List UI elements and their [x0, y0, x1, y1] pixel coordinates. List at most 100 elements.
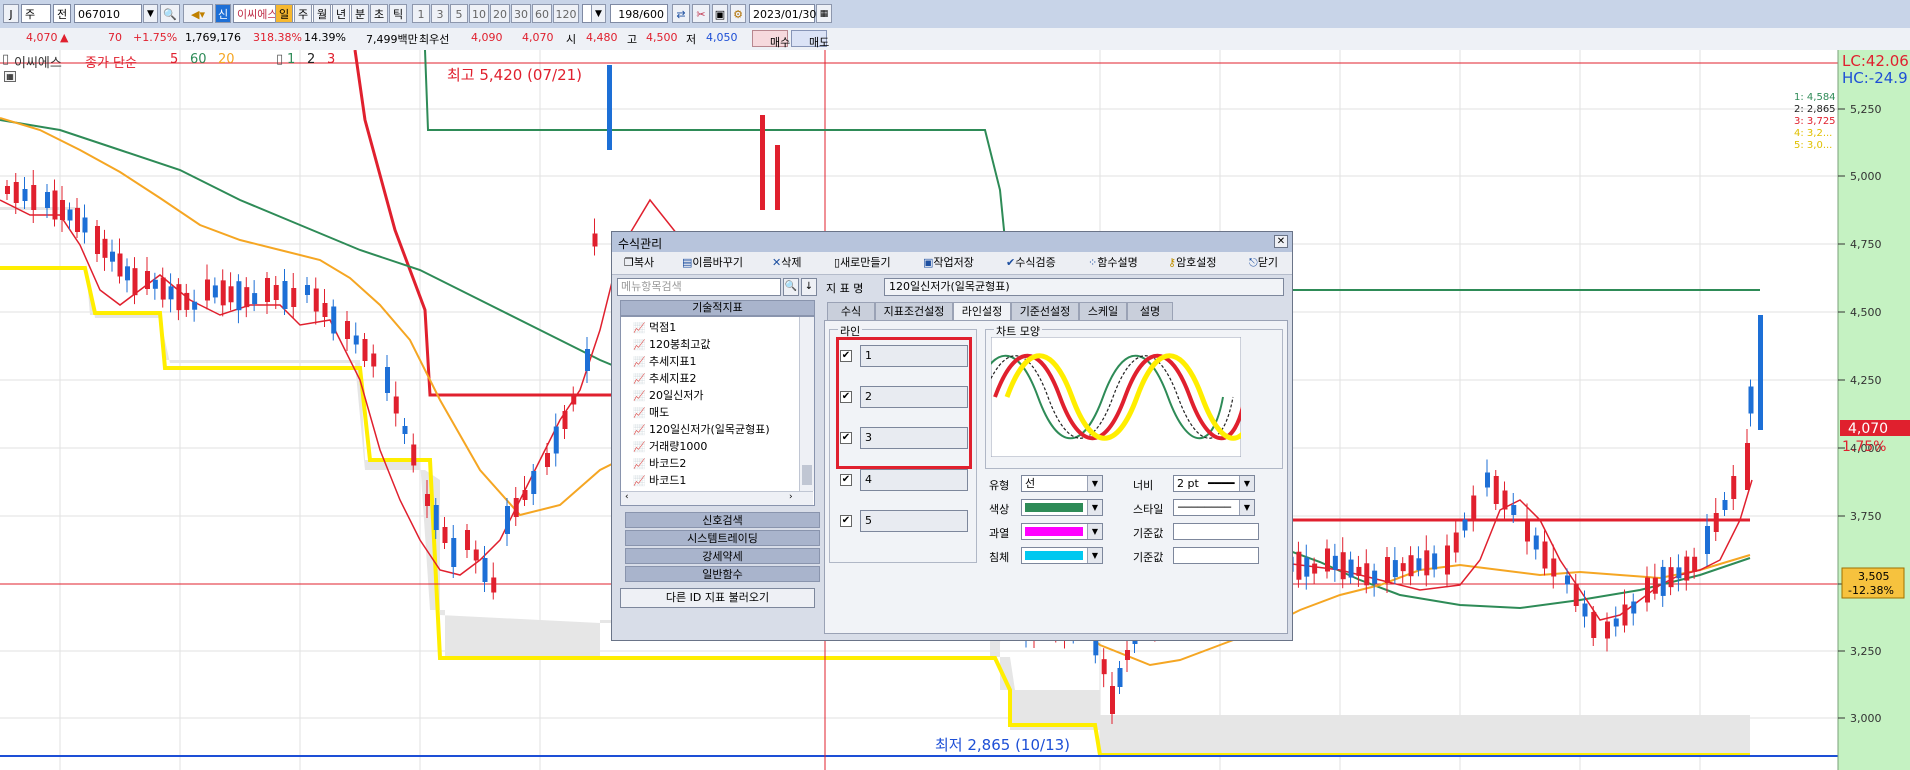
line-2-checkbox[interactable]: ✔ [840, 391, 852, 403]
tree-item[interactable]: 📈 매도 [633, 404, 669, 421]
interval-30-button[interactable]: 30 [511, 4, 531, 23]
dialog-titlebar[interactable]: 수식관리 ✕ [612, 232, 1292, 252]
interval-60-button[interactable]: 60 [532, 4, 552, 23]
period-week-button[interactable]: 주 [294, 4, 312, 23]
tool-icon[interactable]: ✂ [692, 4, 710, 23]
period-day-button[interactable]: 일 [275, 4, 293, 23]
speaker-icon[interactable]: ◀▾ [183, 4, 213, 23]
line-1-checkbox[interactable]: ✔ [840, 350, 852, 362]
tree-header-label: 기술적지표 [692, 301, 743, 314]
interval-10-button[interactable]: 10 [469, 4, 489, 23]
best-ask-label: 최우선 [419, 33, 450, 46]
tree-item[interactable]: 📈 먹점1 [633, 319, 676, 336]
mode-select[interactable]: 주 [21, 4, 51, 23]
base-value-input-1[interactable] [1173, 523, 1259, 540]
sell-button[interactable]: 매도 [791, 30, 829, 49]
tab-baseline[interactable]: 기준선설정 [1011, 302, 1079, 320]
line-5-name-field[interactable]: 5 [860, 510, 968, 532]
period-tick-button[interactable]: 틱 [389, 4, 407, 23]
line-3-name-field[interactable]: 3 [860, 427, 968, 449]
stock-code-input[interactable]: 067010 [74, 4, 142, 23]
tree-item[interactable]: 📈 바코드2 [633, 455, 686, 472]
new-button[interactable]: ▯새로만들기 [834, 255, 891, 271]
color-select[interactable]: ▼ [1021, 499, 1103, 516]
base-value-input-2[interactable] [1173, 547, 1259, 564]
sync-icon[interactable]: ⇄ [672, 4, 690, 23]
section-system-trading[interactable]: 시스템트레이딩 [625, 530, 820, 546]
arrow-down-icon[interactable]: ↓ [801, 278, 817, 296]
tab-formula-label: 수식 [840, 305, 862, 318]
candle-body [31, 185, 37, 210]
copy-button[interactable]: ❐복사 [624, 255, 654, 271]
horizontal-scrollbar[interactable]: ‹ › [621, 491, 813, 505]
tree-item[interactable]: 📈 120일신저가(일목균형표) [633, 421, 770, 438]
buy-button[interactable]: 매수 [752, 30, 790, 49]
line-1-name-field[interactable]: 1 [860, 345, 968, 367]
tree-item[interactable]: 📈 거래량1000 [633, 438, 707, 455]
type-select[interactable]: 선 ▼ [1021, 475, 1103, 492]
slump-color-select[interactable]: ▼ [1021, 547, 1103, 564]
search-input[interactable]: 메뉴항목검색 [617, 278, 781, 296]
page-count-field[interactable]: 198/600 [610, 4, 668, 23]
save-work-button[interactable]: ▣작업저장 [923, 255, 974, 271]
calendar-icon[interactable]: ▦ [816, 4, 832, 23]
section-general-function[interactable]: 일반함수 [625, 566, 820, 582]
section-signal-search[interactable]: 신호검색 [625, 512, 820, 528]
dialog-close-button[interactable]: ⎋닫기 [1249, 255, 1278, 271]
period-select[interactable]: 전 [53, 4, 71, 23]
candle-body [75, 208, 80, 232]
scroll-right-icon[interactable]: › [789, 492, 793, 502]
tab-formula[interactable]: 수식 [827, 302, 875, 320]
line-5-checkbox[interactable]: ✔ [840, 515, 852, 527]
line-4-checkbox[interactable]: ✔ [840, 474, 852, 486]
line-2-name-field[interactable]: 2 [860, 386, 968, 408]
section-strength[interactable]: 강세약세 [625, 548, 820, 564]
search-icon[interactable]: 🔍 [160, 4, 180, 23]
tree-header[interactable]: 기술적지표 [620, 300, 815, 316]
settings-icon[interactable]: ⚙ [730, 4, 746, 23]
interval-20-button[interactable]: 20 [490, 4, 510, 23]
password-button[interactable]: ⚷암호설정 [1168, 255, 1217, 271]
tab-line-settings[interactable]: 라인설정 [953, 302, 1011, 320]
tree-item[interactable]: 📈 추세지표2 [633, 370, 696, 387]
overheat-color-select[interactable]: ▼ [1021, 523, 1103, 540]
load-other-id-button[interactable]: 다른 ID 지표 불러오기 [620, 588, 815, 608]
interval-3-button[interactable]: 3 [431, 4, 449, 23]
scroll-left-icon[interactable]: ‹ [625, 492, 629, 502]
delete-button[interactable]: ✕삭제 [772, 255, 801, 271]
period-minute-button[interactable]: 분 [351, 4, 369, 23]
app-menu-icon[interactable]: J [3, 4, 19, 23]
interval-dropdown[interactable]: ▼ [591, 4, 606, 23]
vertical-scrollbar[interactable] [799, 317, 814, 491]
close-icon[interactable]: ✕ [1274, 235, 1288, 248]
interval-120-button[interactable]: 120 [553, 4, 579, 23]
tab-condition[interactable]: 지표조건설정 [875, 302, 953, 320]
interval-1-button[interactable]: 1 [412, 4, 430, 23]
tab-scale[interactable]: 스케일 [1079, 302, 1127, 320]
period-year-button[interactable]: 년 [332, 4, 350, 23]
tab-description[interactable]: 설명 [1127, 302, 1173, 320]
grid-toggle-icon[interactable]: ▦ [4, 71, 16, 82]
candle-body [411, 444, 417, 466]
tree-item[interactable]: 📈 바코드1 [633, 472, 686, 489]
search-icon[interactable]: 🔍 [783, 278, 799, 296]
type-select-value: 선 [1025, 477, 1036, 490]
period-second-button[interactable]: 초 [370, 4, 388, 23]
verify-button[interactable]: ✔수식검증 [1006, 255, 1056, 271]
width-select[interactable]: 2 pt ━━━━ ▼ [1173, 475, 1255, 492]
tree-item[interactable]: 📈 120봉최고값 [633, 336, 710, 353]
tree-item[interactable]: 📈 추세지표1 [633, 353, 696, 370]
save-icon[interactable]: ▣ [712, 4, 728, 23]
line-4-name-field[interactable]: 4 [860, 469, 968, 491]
tree-item[interactable]: 📈 20일신저가 [633, 387, 703, 404]
rename-button[interactable]: ▤이름바꾸기 [682, 255, 743, 271]
function-help-button[interactable]: ⁘함수설명 [1088, 255, 1138, 271]
line-3-checkbox[interactable]: ✔ [840, 432, 852, 444]
date-field[interactable]: 2023/01/30 [749, 4, 816, 23]
interval-5-button[interactable]: 5 [450, 4, 468, 23]
scrollbar-thumb[interactable] [802, 465, 812, 485]
indicator-name-field[interactable]: 120일신저가(일목균형표) [884, 278, 1284, 296]
stock-code-dropdown[interactable]: ▼ [143, 4, 158, 23]
style-select[interactable]: ──────── ▼ [1173, 499, 1255, 516]
period-month-button[interactable]: 월 [313, 4, 331, 23]
